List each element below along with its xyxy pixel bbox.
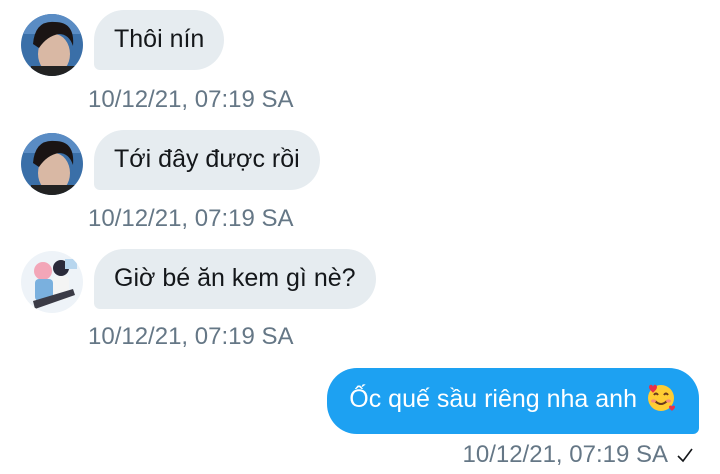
sender-avatar[interactable] (21, 251, 83, 313)
message-timestamp: 10/12/21, 07:19 SA (462, 441, 669, 468)
message-text: Giờ bé ăn kem gì nè? (114, 264, 356, 292)
male-portrait-icon (21, 14, 83, 76)
message-timestamp: 10/12/21, 07:19 SA (88, 205, 294, 232)
conversation-view: Thôi nín 10/12/21, 07:19 SA Tới đây được… (0, 0, 720, 474)
message-bubble[interactable]: Tới đây được rồi (94, 130, 320, 190)
sender-avatar[interactable] (21, 133, 83, 195)
message-text: Thôi nín (114, 25, 205, 53)
couple-illustration-icon (21, 251, 83, 313)
message-bubble-outgoing[interactable]: Ốc quế sầu riêng nha anh (327, 368, 699, 435)
male-portrait-icon (21, 133, 83, 195)
message-bubble[interactable]: Giờ bé ăn kem gì nè? (94, 249, 376, 309)
message-text: Ốc quế sầu riêng nha anh (349, 385, 637, 413)
smiling-face-with-hearts-icon (648, 385, 675, 412)
check-icon (677, 448, 693, 463)
sender-avatar[interactable] (21, 14, 83, 76)
message-timestamp: 10/12/21, 07:19 SA (88, 86, 294, 113)
message-bubble[interactable]: Thôi nín (94, 10, 225, 70)
message-timestamp: 10/12/21, 07:19 SA (88, 323, 294, 350)
message-text: Tới đây được rồi (114, 145, 300, 173)
